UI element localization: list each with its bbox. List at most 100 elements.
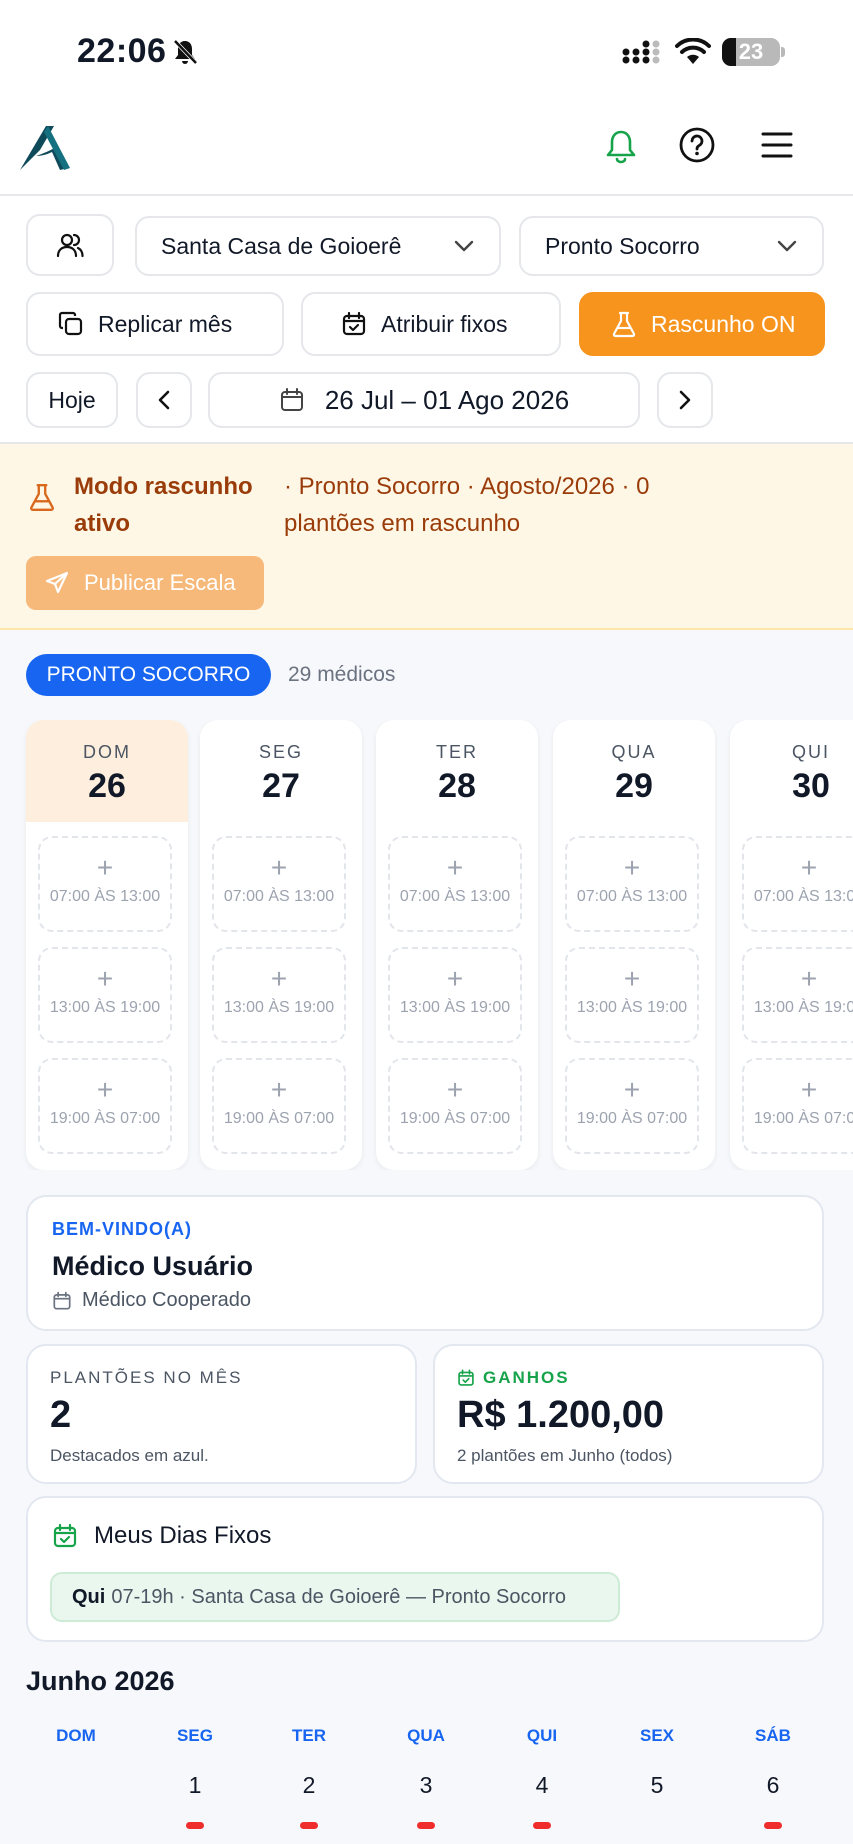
day-column: QUA 29 +07:00 ÀS 13:00 +13:00 ÀS 19:00 +…: [553, 720, 715, 1170]
sector-badge: PRONTO SOCORRO: [26, 654, 271, 696]
draft-mode-label: Rascunho ON: [651, 310, 796, 337]
shift-slot[interactable]: +13:00 ÀS 19:00: [742, 947, 853, 1043]
calendar-check-icon: [342, 311, 366, 336]
shift-time: 19:00 ÀS 07:00: [753, 1110, 853, 1127]
day-number: 27: [262, 767, 300, 805]
day-number: 28: [438, 767, 476, 805]
welcome-kicker: BEM-VINDO(A): [52, 1219, 192, 1239]
sector-select[interactable]: Pronto Socorro: [519, 216, 824, 276]
plus-icon: +: [623, 1074, 641, 1105]
draft-mode-button[interactable]: Rascunho ON: [579, 292, 825, 356]
shift-slot[interactable]: +13:00 ÀS 19:00: [565, 947, 699, 1043]
menu-icon[interactable]: [760, 130, 794, 160]
next-week-button[interactable]: [657, 372, 713, 428]
shift-slot[interactable]: +19:00 ÀS 07:00: [38, 1058, 172, 1154]
shift-time: 07:00 ÀS 13:00: [576, 888, 688, 905]
users-icon: [56, 233, 84, 258]
monthly-shifts-value: 2: [50, 1394, 72, 1436]
calendar-day[interactable]: 4: [502, 1772, 582, 1799]
plus-icon: +: [800, 852, 818, 883]
calendar-day[interactable]: 5: [617, 1772, 697, 1799]
shift-slot[interactable]: +19:00 ÀS 07:00: [565, 1058, 699, 1154]
shift-time: 19:00 ÀS 07:00: [49, 1110, 161, 1127]
earnings-value: R$ 1.200,00: [457, 1394, 665, 1436]
monthly-shifts-note: Destacados em azul.: [50, 1446, 209, 1465]
shift-slot[interactable]: +13:00 ÀS 19:00: [212, 947, 346, 1043]
day-column: QUI 30 +07:00 ÀS 13:00 +13:00 ÀS 19:00 +…: [730, 720, 853, 1170]
monthly-shifts-label: PLANTÕES NO MÊS: [50, 1368, 243, 1387]
chevron-left-icon: [158, 390, 170, 410]
day-header: QUI 30: [730, 720, 853, 822]
calendar-check-icon: [458, 1369, 474, 1386]
fixed-days-title: Meus Dias Fixos: [94, 1522, 272, 1549]
battery-indicator: 23: [722, 38, 780, 66]
shift-slot[interactable]: +19:00 ÀS 07:00: [388, 1058, 522, 1154]
user-role-label: Médico Cooperado: [82, 1289, 251, 1311]
replicate-month-label: Replicar mês: [98, 310, 233, 337]
shift-time: 07:00 ÀS 13:00: [223, 888, 335, 905]
day-name: TER: [436, 742, 478, 762]
shift-slot[interactable]: +07:00 ÀS 13:00: [388, 836, 522, 932]
replicate-month-button[interactable]: Replicar mês: [26, 292, 284, 356]
plus-icon: +: [96, 852, 114, 883]
shift-slot[interactable]: +07:00 ÀS 13:00: [38, 836, 172, 932]
earnings-header: GANHOS: [457, 1368, 570, 1388]
day-header: SEG 27: [200, 720, 362, 822]
shift-slot[interactable]: +19:00 ÀS 07:00: [212, 1058, 346, 1154]
today-button[interactable]: Hoje: [26, 372, 118, 428]
calendar-day[interactable]: 1: [155, 1772, 235, 1799]
shift-time: 13:00 ÀS 19:00: [223, 999, 335, 1016]
plus-icon: +: [800, 963, 818, 994]
users-button[interactable]: [26, 214, 114, 276]
plus-icon: +: [270, 852, 288, 883]
plus-icon: +: [96, 1074, 114, 1105]
notification-bell-icon[interactable]: [604, 128, 638, 164]
toolbar: Santa Casa de Goioerê Pronto Socorro Rep…: [0, 196, 853, 444]
calendar-day[interactable]: 3: [386, 1772, 466, 1799]
fixed-day-item[interactable]: Qui 07-19h · Santa Casa de Goioerê — Pro…: [50, 1572, 620, 1622]
wifi-icon: [675, 38, 711, 64]
day-name: SEG: [258, 742, 303, 762]
battery-tip: [781, 47, 785, 57]
shift-slot[interactable]: +07:00 ÀS 13:00: [565, 836, 699, 932]
calendar-weekday: QUI: [526, 1726, 558, 1745]
shift-slot[interactable]: +07:00 ÀS 13:00: [742, 836, 853, 932]
plus-icon: +: [446, 963, 464, 994]
shift-marker: [533, 1822, 551, 1829]
shift-time: 13:00 ÀS 19:00: [753, 999, 853, 1016]
hospital-select[interactable]: Santa Casa de Goioerê: [135, 216, 501, 276]
plus-icon: +: [623, 852, 641, 883]
publish-schedule-button[interactable]: Publicar Escala: [26, 556, 264, 610]
date-range-label: 26 Jul – 01 Ago 2026: [324, 384, 570, 415]
shift-marker: [764, 1822, 782, 1829]
shift-slot[interactable]: +13:00 ÀS 19:00: [388, 947, 522, 1043]
chevron-down-icon: [777, 240, 797, 252]
date-range-button[interactable]: 26 Jul – 01 Ago 2026: [208, 372, 640, 428]
shift-marker: [186, 1822, 204, 1829]
shift-slot[interactable]: +13:00 ÀS 19:00: [38, 947, 172, 1043]
shift-marker: [300, 1822, 318, 1829]
shift-slot[interactable]: +07:00 ÀS 13:00: [212, 836, 346, 932]
publish-schedule-label: Publicar Escala: [84, 570, 236, 595]
draft-banner-text: · Pronto Socorro · Agosto/2026 · 0 plant…: [284, 473, 650, 537]
shift-slot[interactable]: +19:00 ÀS 07:00: [742, 1058, 853, 1154]
assign-fixed-button[interactable]: Atribuir fixos: [301, 292, 561, 356]
calendar-weekday: SEG: [177, 1726, 213, 1745]
help-icon[interactable]: [678, 126, 716, 164]
silent-bell-icon: [173, 39, 198, 65]
calendar-day[interactable]: 6: [733, 1772, 813, 1799]
calendar-day[interactable]: 2: [269, 1772, 349, 1799]
day-name: QUA: [611, 742, 657, 762]
chevron-down-icon: [454, 240, 474, 252]
day-column: TER 28 +07:00 ÀS 13:00 +13:00 ÀS 19:00 +…: [376, 720, 538, 1170]
day-name: QUI: [791, 742, 830, 762]
day-number: 30: [792, 767, 830, 805]
draft-mode-banner: Modo rascunho ativo · Pronto Socorro · A…: [0, 444, 853, 630]
welcome-card: BEM-VINDO(A) Médico Usuário Médico Coope…: [26, 1195, 824, 1331]
calendar-weekday: DOM: [56, 1726, 96, 1745]
shift-time: 07:00 ÀS 13:00: [49, 888, 161, 905]
calendar-icon: [53, 1291, 71, 1310]
fixed-days-card: Meus Dias Fixos Qui 07-19h · Santa Casa …: [26, 1496, 824, 1642]
previous-week-button[interactable]: [136, 372, 192, 428]
calendar-icon: [280, 388, 303, 411]
